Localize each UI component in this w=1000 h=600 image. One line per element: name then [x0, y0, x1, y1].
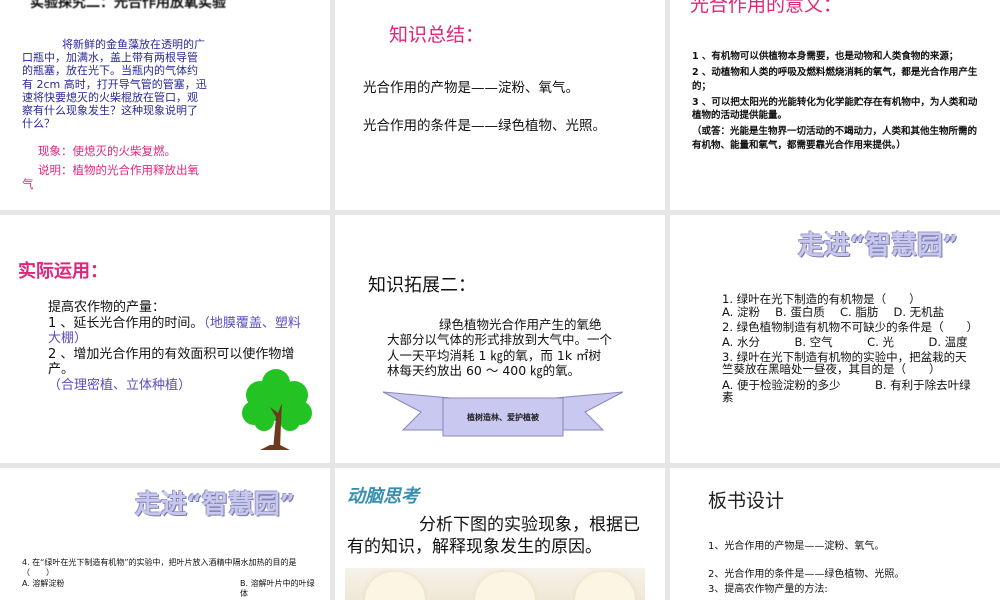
board-line-2: 2、光合作用的条件是——绿色植物、光照。: [708, 569, 905, 580]
quiz-questions: 1. 绿叶在光下制造的有机物是（ ） A. 淀粉 B. 蛋白质 C. 脂肪 D.…: [722, 292, 979, 404]
slide-title: 光合作用的意义：: [690, 0, 843, 16]
significance-item: （或答：光能是生物界一切活动的不竭动力，人类和其他生物所需的有机物、能量和氧气，…: [692, 126, 978, 151]
experiment-image: [345, 568, 645, 600]
board-line-1: 1、光合作用的产物是——淀粉、氧气。: [708, 541, 885, 552]
question-3: 3. 绿叶在光下制造有机物的实验中，把盆栽的天竺葵放在黑暗处一昼夜，其目的是（ …: [722, 350, 967, 377]
slide-thumbnail-7[interactable]: 走进“智慧园” 4. 在“绿叶在光下制造有机物”的实验中，把叶片放入酒精中隔水加…: [0, 468, 330, 600]
slide-thumbnail-9[interactable]: 板书设计 1、光合作用的产物是——淀粉、氧气。 2、光合作用的条件是——绿色植物…: [670, 468, 1000, 600]
question-1-options: A. 淀粉 B. 蛋白质 C. 脂肪 D. 无机盐: [722, 305, 945, 320]
slide-title: 走进“智慧园”: [798, 231, 958, 261]
test-tube-shape: [365, 572, 425, 600]
significance-item: 2 、动植物和人类的呼吸及燃料燃烧消耗的氧气，都是光合作用产生的；: [692, 67, 978, 92]
test-tube-shape: [475, 572, 535, 600]
phenomenon-text: 现象：使熄灭的火柴复燃。: [38, 144, 176, 158]
slide-thumbnail-5[interactable]: 知识拓展二： 绿色植物光合作用产生的氧绝大部分以气体的形式排放到大气中。一个人一…: [335, 215, 665, 463]
slide-title: 实验探究二：光合作用放氧实验: [30, 0, 226, 11]
tree-icon: [242, 369, 312, 450]
summary-line-2: 光合作用的条件是——绿色植物、光照。: [363, 118, 606, 134]
method-1: 1 、延长光合作用的时间。: [48, 315, 204, 331]
slide-title: 走进“智慧园”: [135, 490, 295, 520]
question-2: 2. 绿色植物制造有机物不可缺少的条件是（ ）: [722, 320, 979, 335]
question-4: 4. 在“绿叶在光下制造有机物”的实验中，把叶片放入酒精中隔水加热的目的是（ ）: [22, 558, 297, 577]
slide-title: 实际运用：: [18, 261, 108, 282]
banner-text: 植树造林、爱护植被: [467, 413, 539, 422]
slide-title: 板书设计: [708, 490, 785, 512]
significance-item: 3 、可以把太阳光的光能转化为化学能贮存在有机物中，为人类和动植物的活动提供能量…: [692, 96, 978, 122]
slide-thumbnail-6[interactable]: 走进“智慧园” 1. 绿叶在光下制造的有机物是（ ） A. 淀粉 B. 蛋白质 …: [670, 215, 1000, 463]
slide-title: 知识拓展二：: [368, 275, 476, 296]
slide-title: 动脑思考: [347, 486, 419, 507]
slide-thumbnail-8[interactable]: 动脑思考 分析下图的实验现象，根据已有的知识，解释现象发生的原因。: [335, 468, 665, 600]
summary-line-1: 光合作用的产物是——淀粉、氧气。: [363, 80, 579, 96]
slide-thumbnail-2[interactable]: 知识总结： 光合作用的产物是——淀粉、氧气。 光合作用的条件是——绿色植物、光照…: [335, 0, 665, 210]
board-line-3: 3、提高农作物产量的方法:: [708, 584, 828, 595]
explanation-text: 说明：植物的光合作用释放出氧气: [22, 163, 199, 191]
significance-list: 1 、有机物可以供植物本身需要，也是动物和人类食物的来源； 2 、动植物和人类的…: [692, 50, 982, 152]
slide-title: 知识总结：: [389, 24, 485, 46]
slide-thumbnail-1[interactable]: 实验探究二：光合作用放氧实验 将新鲜的金鱼藻放在透明的广口瓶中，加满水，盖上带有…: [0, 0, 330, 210]
test-tube-shape: [575, 572, 635, 600]
question-4-option-b: B. 溶解叶片中的叶绿体: [240, 579, 315, 598]
slide-thumbnail-4[interactable]: 实际运用： 提高农作物的产量： 1 、延长光合作用的时间。（地膜覆盖、塑料大棚）…: [0, 215, 330, 463]
slide-body: 将新鲜的金鱼藻放在透明的广口瓶中，加满水，盖上带有两根导管的瓶塞，放在光下。当瓶…: [22, 38, 207, 131]
question-4-option-a: A. 溶解淀粉: [22, 579, 65, 588]
intro-text: 提高农作物的产量：: [48, 300, 166, 315]
slide-thumbnail-3[interactable]: 光合作用的意义： 1 、有机物可以供植物本身需要，也是动物和人类食物的来源； 2…: [670, 0, 1000, 210]
question-2-options: A. 水分 B. 空气 C. 光 D. 温度: [722, 335, 968, 350]
question-3-options: A. 便于检验淀粉的多少 B. 有利于除去叶绿素: [722, 377, 971, 404]
slide-body: 绿色植物光合作用产生的氧绝大部分以气体的形式排放到大气中。一个人一天平均消耗 1…: [387, 317, 613, 378]
slide-body: 分析下图的实验现象，根据已有的知识，解释现象发生的原因。: [347, 515, 640, 558]
significance-item: 1 、有机物可以供植物本身需要，也是动物和人类食物的来源；: [692, 51, 959, 62]
